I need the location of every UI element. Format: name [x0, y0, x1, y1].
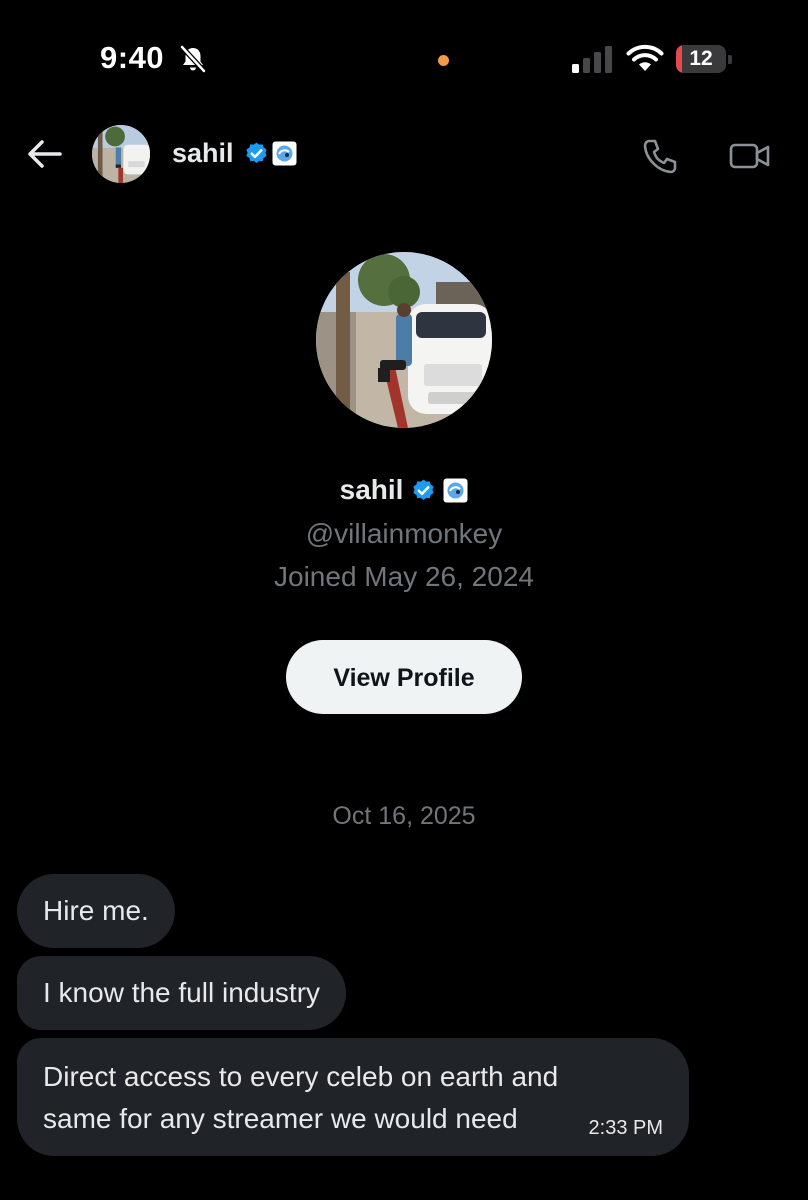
profile-photo — [316, 252, 492, 428]
message-text: Direct access to every celeb on earth an… — [43, 1061, 559, 1134]
verified-badge-icon — [246, 142, 267, 163]
profile-name-row: sahil — [0, 474, 808, 510]
profile-handle: @villainmonkey — [305, 518, 503, 549]
status-bar: 9:40 12 — [0, 0, 808, 110]
message-bubble[interactable]: I know the full industry — [17, 956, 347, 1030]
profile-name: sahil — [339, 474, 404, 505]
back-arrow-icon[interactable] — [24, 136, 64, 172]
message-bubble[interactable]: Hire me. — [17, 874, 175, 948]
date-separator: Oct 16, 2025 — [332, 802, 476, 830]
message-timestamp: 2:33 PM — [588, 1117, 663, 1139]
avatar[interactable] — [92, 125, 150, 183]
avatar-photo — [92, 125, 150, 183]
message-bubble[interactable]: Direct access to every celeb on earth an… — [17, 1038, 689, 1156]
affiliate-badge-icon — [443, 478, 468, 502]
verified-badge-icon — [413, 479, 434, 500]
bell-slash-icon — [180, 45, 206, 73]
profile-avatar[interactable] — [316, 252, 492, 428]
affiliate-badge-icon — [272, 141, 297, 166]
phone-icon[interactable] — [640, 136, 680, 176]
wifi-icon — [626, 45, 664, 71]
battery-level: 12 — [689, 47, 713, 70]
privacy-indicator-dot — [438, 55, 449, 66]
message-text: I know the full industry — [43, 977, 321, 1008]
battery-nub — [728, 55, 732, 64]
battery-icon: 12 — [676, 45, 734, 75]
view-profile-button[interactable]: View Profile — [286, 640, 522, 714]
video-camera-icon[interactable] — [728, 136, 772, 176]
profile-joined-date: Joined May 26, 2024 — [274, 561, 534, 592]
status-time: 9:40 — [100, 40, 165, 75]
conversation-header: sahil — [0, 118, 808, 190]
signal-icon — [572, 46, 612, 73]
contact-name[interactable]: sahil — [172, 138, 234, 169]
message-text: Hire me. — [43, 895, 149, 926]
